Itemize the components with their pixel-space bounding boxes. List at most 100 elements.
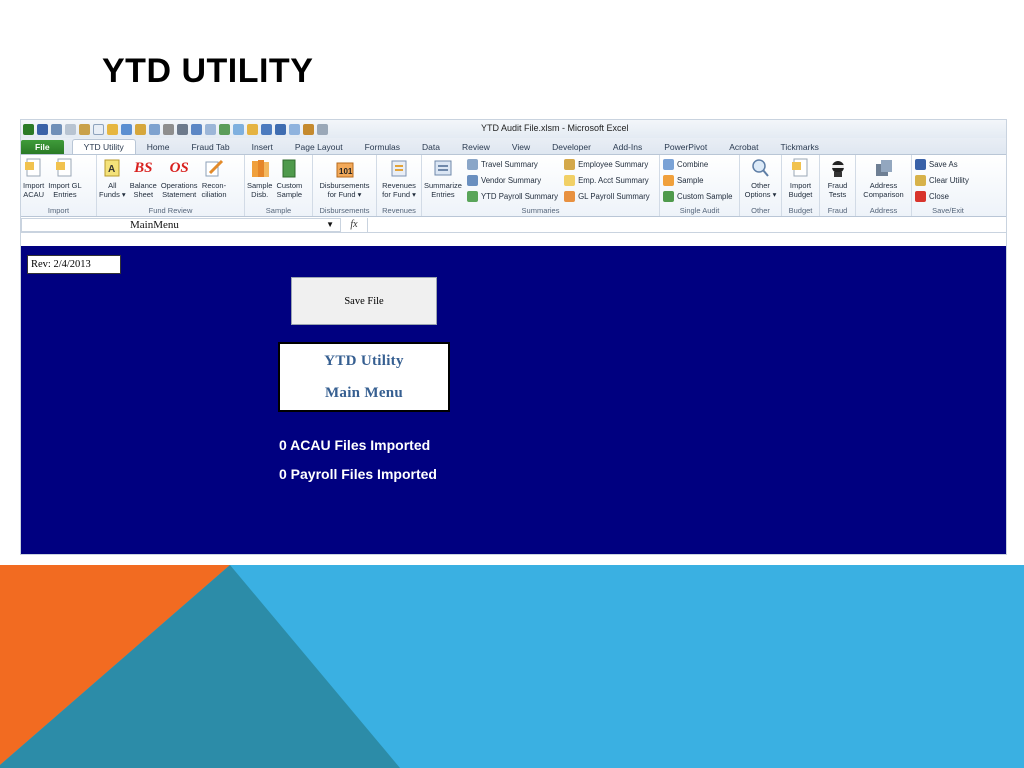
custom-sample-small-button[interactable]: Custom Sample: [663, 190, 732, 203]
group-disbursements: 101 Disbursements for Fund ▾ Disbursemen…: [313, 155, 377, 216]
group-budget: Import Budget Budget: [782, 155, 820, 216]
bar-chart-icon[interactable]: [303, 123, 314, 135]
address-comparison-button[interactable]: Address Comparison: [861, 157, 905, 199]
form-icon[interactable]: [219, 123, 230, 135]
spelling-icon[interactable]: [191, 123, 202, 135]
chevron-down-icon[interactable]: ▼: [326, 219, 334, 231]
close-label: Close: [929, 192, 949, 201]
svg-text:101: 101: [339, 167, 353, 176]
operations-statement-button[interactable]: OS Operations Statement: [159, 157, 200, 199]
save-icon[interactable]: [37, 123, 48, 135]
tab-add-ins[interactable]: Add-Ins: [602, 140, 653, 154]
import-budget-line1: Import: [789, 181, 812, 190]
name-box[interactable]: MainMenu ▼: [21, 217, 341, 232]
other-options-button[interactable]: Other Options ▾: [743, 157, 779, 199]
revision-label: Rev: 2/4/2013: [27, 255, 121, 274]
custom-sample-icon: [663, 191, 674, 202]
tab-review[interactable]: Review: [451, 140, 501, 154]
vendor-summary-button[interactable]: Vendor Summary: [466, 174, 558, 187]
save-file-button[interactable]: Save File: [291, 277, 437, 325]
sample-disb-button[interactable]: Sample Disb.: [245, 157, 274, 199]
group-import: Import ACAU Import GL Entries Import: [21, 155, 97, 216]
slide-title: YTD UTILITY: [102, 52, 314, 90]
copy-icon[interactable]: [289, 123, 300, 135]
employee-summary-label: Employee Summary: [578, 160, 649, 169]
custom-sample-button[interactable]: Custom Sample: [274, 157, 304, 199]
group-label-import: Import: [47, 206, 70, 215]
fraud-tests-line2: Tests: [828, 190, 847, 199]
operations-statement-line2: Statement: [162, 190, 197, 199]
chart-icon[interactable]: [149, 123, 160, 135]
formula-input[interactable]: [367, 217, 1006, 232]
summarize-icon: [433, 157, 453, 179]
reconciliation-button[interactable]: Recon- ciliation: [200, 157, 229, 199]
tab-insert[interactable]: Insert: [241, 140, 284, 154]
formula-bar: MainMenu ▼ fx: [21, 217, 1006, 233]
list-icon[interactable]: [275, 123, 286, 135]
new-icon[interactable]: [93, 123, 104, 135]
import-gl-button[interactable]: Import GL Entries: [46, 157, 83, 199]
balance-sheet-button[interactable]: BS Balance Sheet: [128, 157, 159, 199]
gl-payroll-summary-label: GL Payroll Summary: [578, 192, 650, 201]
print-icon[interactable]: [177, 123, 188, 135]
macro-icon[interactable]: [205, 123, 216, 135]
clear-utility-label: Clear Utility: [929, 176, 969, 185]
sample-button[interactable]: Sample: [663, 174, 732, 187]
all-funds-button[interactable]: A All Funds ▾: [97, 157, 128, 199]
summarize-entries-button[interactable]: Summarize Entries: [422, 157, 464, 199]
tab-formulas[interactable]: Formulas: [354, 140, 411, 154]
tab-file[interactable]: File: [21, 140, 64, 154]
group-label-budget: Budget: [788, 206, 813, 215]
fraud-tests-button[interactable]: Fraud Tests: [826, 157, 850, 199]
tab-acrobat[interactable]: Acrobat: [718, 140, 769, 154]
ytd-payroll-summary-button[interactable]: YTD Payroll Summary: [466, 190, 558, 203]
sort-icon[interactable]: [121, 123, 132, 135]
tab-ytd-utility[interactable]: YTD Utility: [71, 139, 136, 154]
open-icon[interactable]: [107, 123, 118, 135]
tab-powerpivot[interactable]: PowerPivot: [653, 140, 718, 154]
grid-icon[interactable]: [317, 123, 328, 135]
save-as-button[interactable]: Save As: [915, 158, 969, 171]
picture-icon[interactable]: [233, 123, 244, 135]
employee-summary-button[interactable]: Employee Summary: [564, 158, 650, 171]
tab-view[interactable]: View: [501, 140, 541, 154]
filter-icon[interactable]: [135, 123, 146, 135]
bs-icon: BS: [134, 159, 153, 176]
import-acau-line2: ACAU: [23, 190, 45, 199]
tab-fraud[interactable]: Fraud Tab: [180, 140, 240, 154]
tab-page-layout[interactable]: Page Layout: [284, 140, 354, 154]
redo-icon[interactable]: [65, 123, 76, 135]
fx-icon[interactable]: fx: [341, 219, 367, 230]
gl-payroll-summary-button[interactable]: GL Payroll Summary: [564, 190, 650, 203]
revenues-for-fund-button[interactable]: Revenues for Fund ▾: [380, 157, 418, 199]
import-acau-button[interactable]: Import ACAU: [21, 157, 46, 199]
disbursements-for-fund-button[interactable]: 101 Disbursements for Fund ▾: [317, 157, 371, 199]
tab-data[interactable]: Data: [411, 140, 451, 154]
clear-utility-button[interactable]: Clear Utility: [915, 174, 969, 187]
group-revenues: Revenues for Fund ▾ Revenues: [377, 155, 422, 216]
combine-button[interactable]: Combine: [663, 158, 732, 171]
tab-home[interactable]: Home: [136, 140, 181, 154]
table-icon[interactable]: [261, 123, 272, 135]
magnifier-icon: [750, 157, 770, 179]
travel-summary-button[interactable]: Travel Summary: [466, 158, 558, 171]
print-preview-icon[interactable]: [79, 123, 90, 135]
vendor-icon: [466, 175, 478, 186]
pencil-icon: [204, 157, 224, 179]
camera-icon[interactable]: [163, 123, 174, 135]
broom-icon: [915, 175, 926, 186]
group-label-other: Other: [751, 206, 770, 215]
reconciliation-line1: Recon-: [201, 181, 227, 190]
import-gl-line1: Import GL: [48, 181, 82, 190]
tab-developer[interactable]: Developer: [541, 140, 602, 154]
undo-icon[interactable]: [51, 123, 62, 135]
sample-label: Sample: [677, 176, 704, 185]
close-button[interactable]: Close: [915, 190, 969, 203]
tab-tickmarks[interactable]: Tickmarks: [770, 140, 830, 154]
spy-icon: [828, 157, 848, 179]
group-label-address: Address: [869, 206, 898, 215]
folder-icon[interactable]: [247, 123, 258, 135]
import-budget-button[interactable]: Import Budget: [787, 157, 815, 199]
emp-acct-summary-button[interactable]: Emp. Acct Summary: [564, 174, 650, 187]
group-fraud: Fraud Tests Fraud: [820, 155, 856, 216]
